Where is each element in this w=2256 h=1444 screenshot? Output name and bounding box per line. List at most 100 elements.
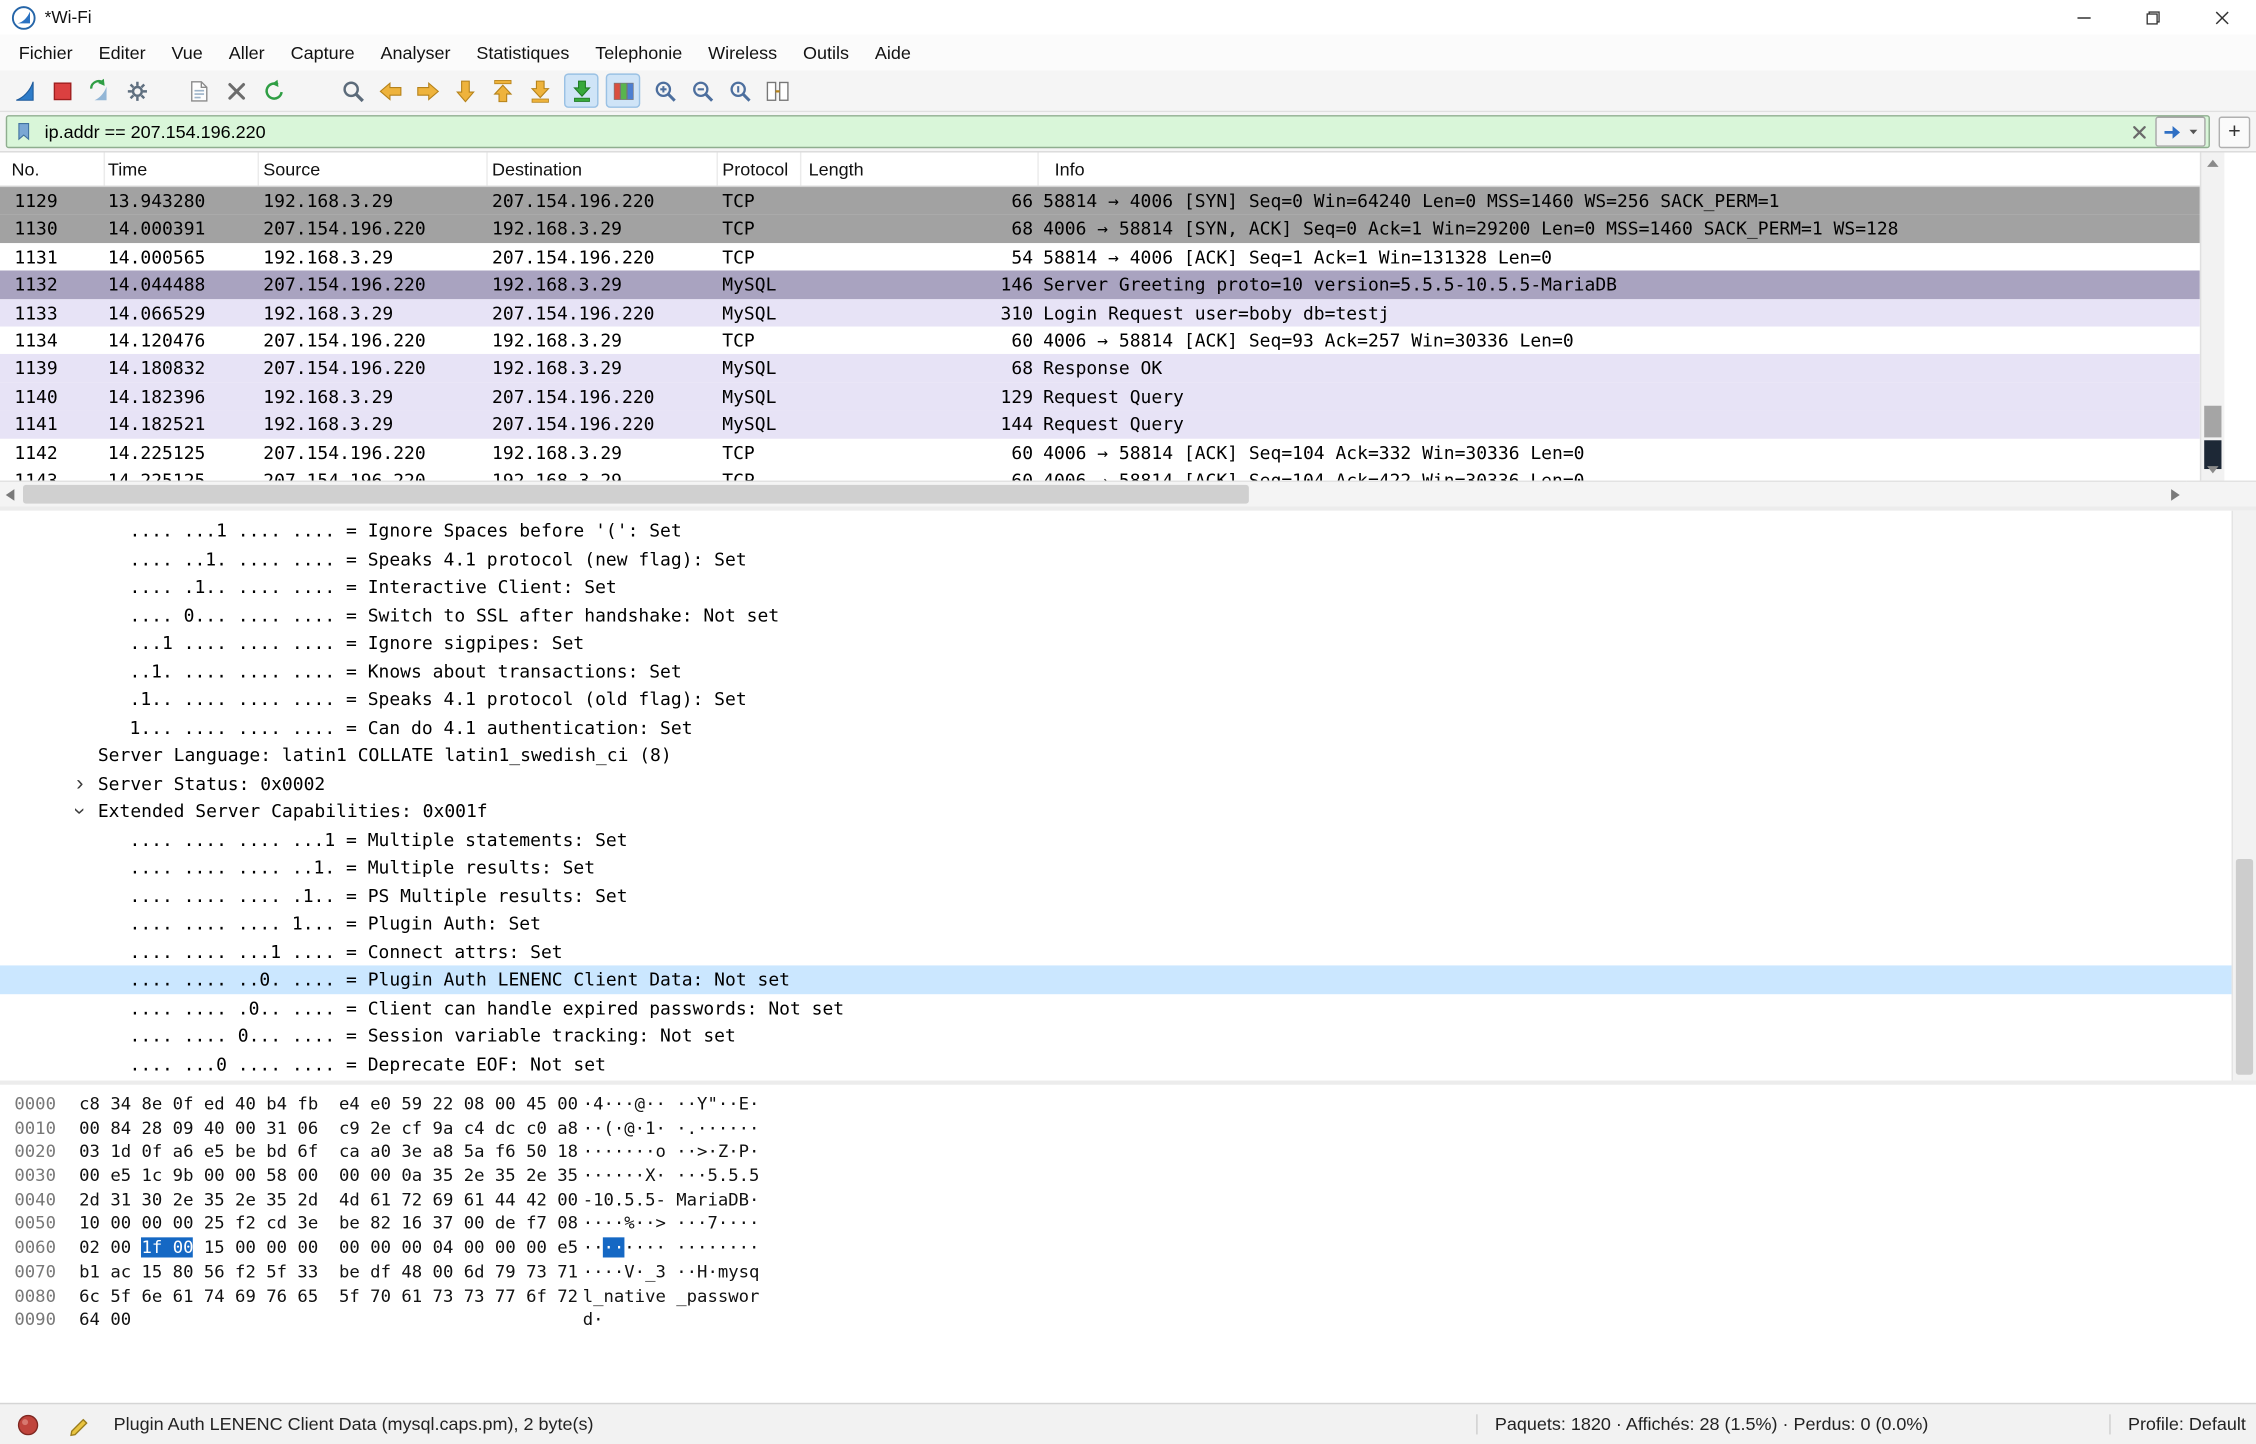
detail-line[interactable]: .... .... ...1 .... = Connect attrs: Set	[0, 937, 2232, 965]
detail-line[interactable]: .... ...0 .... .... = Deprecate EOF: Not…	[0, 1050, 2232, 1078]
hex-row-0000[interactable]: 0000c8 34 8e 0f ed 40 b4 fb e4 e0 59 22 …	[0, 1092, 2256, 1116]
detail-scrollbar[interactable]	[2232, 511, 2256, 1081]
detail-line[interactable]: .... .... 0... .... = Session variable t…	[0, 1022, 2232, 1050]
packet-row-1134[interactable]: 113414.120476207.154.196.220192.168.3.29…	[0, 327, 2200, 355]
hex-row-0030[interactable]: 003000 e5 1c 9b 00 00 58 00 00 00 0a 35 …	[0, 1164, 2256, 1188]
status-profile[interactable]: Profile: Default	[2109, 1414, 2256, 1434]
start-capture-button[interactable]	[7, 73, 42, 108]
detail-line[interactable]: ...1 .... .... .... = Ignore sigpipes: S…	[0, 629, 2232, 657]
display-filter-input[interactable]: ip.addr == 207.154.196.220	[6, 115, 2210, 148]
hex-row-0050[interactable]: 005010 00 00 00 25 f2 cd 3e be 82 16 37 …	[0, 1212, 2256, 1236]
detail-line[interactable]: ..1. .... .... .... = Knows about transa…	[0, 657, 2232, 685]
detail-line[interactable]: .... .... .... ..1. = Multiple results: …	[0, 853, 2232, 881]
detail-line[interactable]: .1.. .... .... .... = Speaks 4.1 protoco…	[0, 685, 2232, 713]
column-header-length[interactable]: Length	[801, 153, 1038, 186]
resize-columns-button[interactable]	[760, 73, 795, 108]
detail-line[interactable]: .... ..1. .... .... = Speaks 4.1 protoco…	[0, 545, 2232, 573]
zoom-out-button[interactable]	[685, 73, 720, 108]
detail-line[interactable]: Server Language: latin1 COLLATE latin1_s…	[0, 741, 2232, 769]
go-back-button[interactable]	[373, 73, 408, 108]
apply-filter-button[interactable]	[2155, 117, 2205, 147]
detail-line[interactable]: .... .... .... 1... = Plugin Auth: Set	[0, 909, 2232, 937]
scroll-down-icon[interactable]	[2207, 466, 2219, 473]
column-header-info[interactable]: Info	[1039, 153, 2200, 186]
hex-row-0020[interactable]: 002003 1d 0f a6 e5 be bd 6f ca a0 3e a8 …	[0, 1140, 2256, 1164]
colorize-button[interactable]	[606, 73, 641, 108]
packet-row-1130[interactable]: 113014.000391207.154.196.220192.168.3.29…	[0, 215, 2200, 243]
packet-row-1140[interactable]: 114014.182396192.168.3.29207.154.196.220…	[0, 382, 2200, 410]
scroll-up-icon[interactable]	[2207, 160, 2219, 167]
menu-editer[interactable]: Editer	[86, 37, 159, 69]
packet-row-1131[interactable]: 113114.000565192.168.3.29207.154.196.220…	[0, 243, 2200, 271]
filter-bookmark-icon[interactable]	[7, 116, 39, 148]
minimize-button[interactable]	[2049, 0, 2118, 35]
detail-line[interactable]: .... .... ..0. .... = Plugin Auth LENENC…	[0, 965, 2232, 993]
detail-line[interactable]: .... 0... .... .... = Switch to SSL afte…	[0, 601, 2232, 629]
packet-list-hscrollbar[interactable]	[0, 481, 2187, 507]
column-header-time[interactable]: Time	[105, 153, 259, 186]
packet-row-1133[interactable]: 113314.066529192.168.3.29207.154.196.220…	[0, 299, 2200, 327]
menu-aller[interactable]: Aller	[216, 37, 278, 69]
column-header-source[interactable]: Source	[259, 153, 488, 186]
detail-line[interactable]: .... .1.. .... .... = Interactive Client…	[0, 573, 2232, 601]
clear-filter-icon[interactable]	[2124, 116, 2156, 148]
hex-row-0010[interactable]: 001000 84 28 09 40 00 31 06 c9 2e cf 9a …	[0, 1116, 2256, 1140]
hscrollbar-thumb[interactable]	[23, 485, 1249, 504]
expand-icon[interactable]: ›	[70, 769, 89, 797]
hex-row-0060[interactable]: 006002 00 1f 00 15 00 00 00 00 00 00 04 …	[0, 1236, 2256, 1260]
open-file-button[interactable]	[181, 73, 216, 108]
go-first-button[interactable]	[485, 73, 520, 108]
packet-row-1139[interactable]: 113914.180832207.154.196.220192.168.3.29…	[0, 354, 2200, 382]
menu-telephonie[interactable]: Telephonie	[582, 37, 695, 69]
detail-scrollbar-thumb[interactable]	[2236, 859, 2253, 1075]
menu-aide[interactable]: Aide	[862, 37, 924, 69]
column-header-no[interactable]: No.	[0, 153, 105, 186]
zoom-in-button[interactable]	[647, 73, 682, 108]
add-filter-button[interactable]: +	[2219, 116, 2251, 148]
column-header-protocol[interactable]: Protocol	[718, 153, 801, 186]
detail-line[interactable]: .... ...1 .... .... = Ignore Spaces befo…	[0, 517, 2232, 545]
restart-capture-button[interactable]	[82, 73, 117, 108]
detail-line[interactable]: 1... .... .... .... = Can do 4.1 authent…	[0, 713, 2232, 741]
menu-fichier[interactable]: Fichier	[6, 37, 86, 69]
go-last-button[interactable]	[522, 73, 557, 108]
menu-wireless[interactable]: Wireless	[695, 37, 790, 69]
zoom-original-button[interactable]	[722, 73, 757, 108]
menu-outils[interactable]: Outils	[790, 37, 862, 69]
scroll-right-icon[interactable]	[2171, 489, 2180, 501]
packet-row-1132[interactable]: 113214.044488207.154.196.220192.168.3.29…	[0, 271, 2200, 299]
collapse-icon[interactable]: ›	[66, 802, 94, 821]
packet-row-1142[interactable]: 114214.225125207.154.196.220192.168.3.29…	[0, 438, 2200, 466]
hex-row-0080[interactable]: 00806c 5f 6e 61 74 69 76 65 5f 70 61 73 …	[0, 1284, 2256, 1308]
detail-line[interactable]: .... .... .... ...1 = Multiple statement…	[0, 825, 2232, 853]
menu-capture[interactable]: Capture	[278, 37, 368, 69]
capture-comment-button[interactable]	[65, 1410, 94, 1439]
hex-row-0040[interactable]: 00402d 31 30 2e 35 2e 35 2d 4d 61 72 69 …	[0, 1188, 2256, 1212]
packet-row-1141[interactable]: 114114.182521192.168.3.29207.154.196.220…	[0, 410, 2200, 438]
detail-line[interactable]: ›Server Status: 0x0002	[0, 769, 2232, 797]
stop-capture-button[interactable]	[45, 73, 80, 108]
close-file-button[interactable]	[219, 73, 254, 108]
close-button[interactable]	[2187, 0, 2256, 35]
scrollbar-thumb[interactable]	[2204, 406, 2221, 438]
detail-line[interactable]: ›Extended Server Capabilities: 0x001f	[0, 797, 2232, 825]
maximize-button[interactable]	[2118, 0, 2187, 35]
find-packet-button[interactable]	[335, 73, 370, 108]
go-to-packet-button[interactable]	[447, 73, 482, 108]
detail-line[interactable]: .... .... .... .1.. = PS Multiple result…	[0, 881, 2232, 909]
go-forward-button[interactable]	[410, 73, 445, 108]
expert-info-button[interactable]	[13, 1410, 42, 1439]
packet-row-1143[interactable]: 114314.225125207.154.196.220192.168.3.29…	[0, 466, 2200, 481]
scroll-left-icon[interactable]	[6, 489, 15, 501]
detail-line[interactable]: .... .... .0.. .... = Client can handle …	[0, 993, 2232, 1021]
hex-row-0090[interactable]: 009064 00d·	[0, 1308, 2256, 1332]
reload-file-button[interactable]	[256, 73, 291, 108]
auto-scroll-button[interactable]	[564, 73, 599, 108]
packet-list-scrollbar[interactable]	[2200, 153, 2224, 481]
menu-analyser[interactable]: Analyser	[368, 37, 464, 69]
capture-options-button[interactable]	[119, 73, 154, 108]
hex-row-0070[interactable]: 0070b1 ac 15 80 56 f2 5f 33 be df 48 00 …	[0, 1260, 2256, 1284]
column-header-destination[interactable]: Destination	[488, 153, 718, 186]
menu-vue[interactable]: Vue	[159, 37, 216, 69]
menu-statistiques[interactable]: Statistiques	[463, 37, 582, 69]
